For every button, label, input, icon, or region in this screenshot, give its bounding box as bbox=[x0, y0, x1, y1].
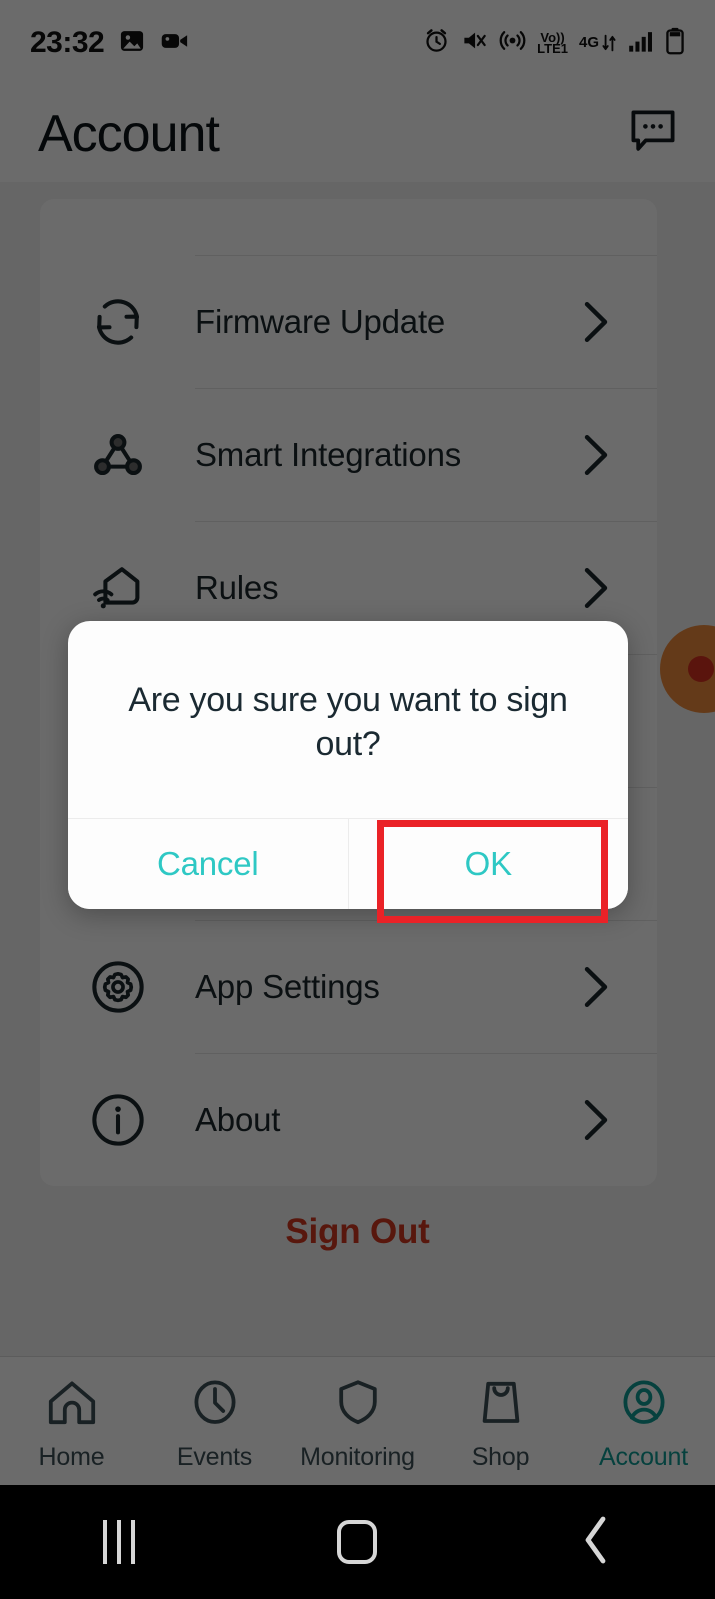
ok-button[interactable]: OK bbox=[347, 819, 628, 910]
android-back-button[interactable] bbox=[477, 1515, 715, 1570]
nav-item-account[interactable]: Account bbox=[572, 1375, 715, 1472]
dialog-message: Are you sure you want to sign out? bbox=[128, 681, 568, 763]
battery-icon bbox=[665, 27, 685, 60]
dialog-button-row: Cancel OK bbox=[68, 818, 628, 910]
nav-item-label: Account bbox=[599, 1443, 688, 1471]
sign-out-button[interactable]: Sign Out bbox=[0, 1212, 715, 1252]
network-4g-icon: 4G bbox=[579, 32, 617, 54]
status-bar-clock: 23:32 bbox=[30, 26, 105, 59]
settings-row-app-settings[interactable]: App Settings bbox=[40, 920, 657, 1053]
floating-record-button[interactable] bbox=[660, 625, 715, 713]
alarm-icon bbox=[423, 27, 450, 59]
status-bar: 23:32 Vo)) LTE1 4G bbox=[0, 0, 715, 86]
nav-item-label: Monitoring bbox=[300, 1443, 415, 1471]
home-square-icon bbox=[337, 1520, 378, 1564]
network-4g-label: 4G bbox=[578, 34, 599, 51]
nav-item-label: Events bbox=[176, 1443, 253, 1471]
node-graph-icon bbox=[40, 424, 195, 486]
chevron-right-icon bbox=[583, 1099, 657, 1141]
record-dot-icon bbox=[688, 656, 714, 682]
chevron-right-icon bbox=[583, 567, 657, 609]
settings-row-label: App Settings bbox=[195, 967, 380, 1005]
smart-home-wifi-icon bbox=[40, 557, 195, 619]
bottom-navigation-bar: Home Events Monitoring Shop Account bbox=[0, 1356, 715, 1485]
back-chevron-icon bbox=[581, 1515, 611, 1570]
settings-row-firmware-update[interactable]: Firmware Update bbox=[40, 255, 657, 388]
nav-item-home[interactable]: Home bbox=[0, 1375, 143, 1472]
settings-row-smart-integrations[interactable]: Smart Integrations bbox=[40, 388, 657, 521]
sync-refresh-icon bbox=[40, 291, 195, 353]
page-title: Account bbox=[38, 105, 220, 163]
volte-bottom-label: LTE1 bbox=[537, 41, 568, 56]
sign-out-confirmation-dialog: Are you sure you want to sign out? Cance… bbox=[68, 621, 628, 910]
row-divider bbox=[195, 1053, 657, 1054]
settings-row-about[interactable]: About bbox=[40, 1053, 657, 1186]
shield-icon bbox=[330, 1375, 386, 1434]
app-header: Account bbox=[0, 86, 715, 182]
home-icon bbox=[44, 1375, 100, 1434]
settings-row-label: Rules bbox=[195, 568, 279, 606]
nav-item-label: Shop bbox=[471, 1443, 530, 1471]
settings-row-clipped bbox=[40, 199, 657, 255]
clock-icon bbox=[187, 1375, 243, 1434]
image-icon bbox=[118, 27, 146, 60]
info-icon bbox=[40, 1089, 195, 1151]
row-divider bbox=[195, 388, 657, 389]
video-camera-icon bbox=[160, 27, 190, 60]
row-divider bbox=[195, 255, 657, 256]
nav-item-shop[interactable]: Shop bbox=[429, 1375, 572, 1472]
android-system-navigation-bar bbox=[0, 1485, 715, 1599]
mute-vibrate-icon bbox=[461, 27, 488, 59]
row-divider bbox=[195, 920, 657, 921]
chevron-right-icon bbox=[583, 301, 657, 343]
row-divider bbox=[195, 521, 657, 522]
nav-item-monitoring[interactable]: Monitoring bbox=[286, 1375, 429, 1472]
nav-item-label: Home bbox=[38, 1443, 105, 1471]
android-home-button[interactable] bbox=[238, 1520, 476, 1564]
hotspot-icon bbox=[499, 27, 526, 59]
recents-icon bbox=[103, 1520, 136, 1564]
nav-item-events[interactable]: Events bbox=[143, 1375, 286, 1472]
settings-row-label: Firmware Update bbox=[195, 302, 446, 340]
settings-row-label: Smart Integrations bbox=[195, 435, 462, 473]
settings-row-label: About bbox=[195, 1100, 281, 1138]
chevron-right-icon bbox=[583, 966, 657, 1008]
status-bar-right: Vo)) LTE1 4G bbox=[423, 27, 685, 60]
signal-bars-icon bbox=[628, 29, 654, 58]
chat-bubble-icon[interactable] bbox=[627, 106, 679, 163]
cancel-button[interactable]: Cancel bbox=[68, 819, 348, 910]
phone-screen: 23:32 Vo)) LTE1 4G Account Firmware Upda… bbox=[0, 0, 715, 1599]
android-recents-button[interactable] bbox=[0, 1520, 238, 1564]
volte-icon: Vo)) LTE1 bbox=[537, 31, 568, 56]
status-bar-left: 23:32 bbox=[30, 26, 190, 60]
shopping-bag-icon bbox=[473, 1375, 529, 1434]
gear-icon bbox=[40, 956, 195, 1018]
chevron-right-icon bbox=[583, 434, 657, 476]
user-circle-icon bbox=[616, 1375, 672, 1434]
